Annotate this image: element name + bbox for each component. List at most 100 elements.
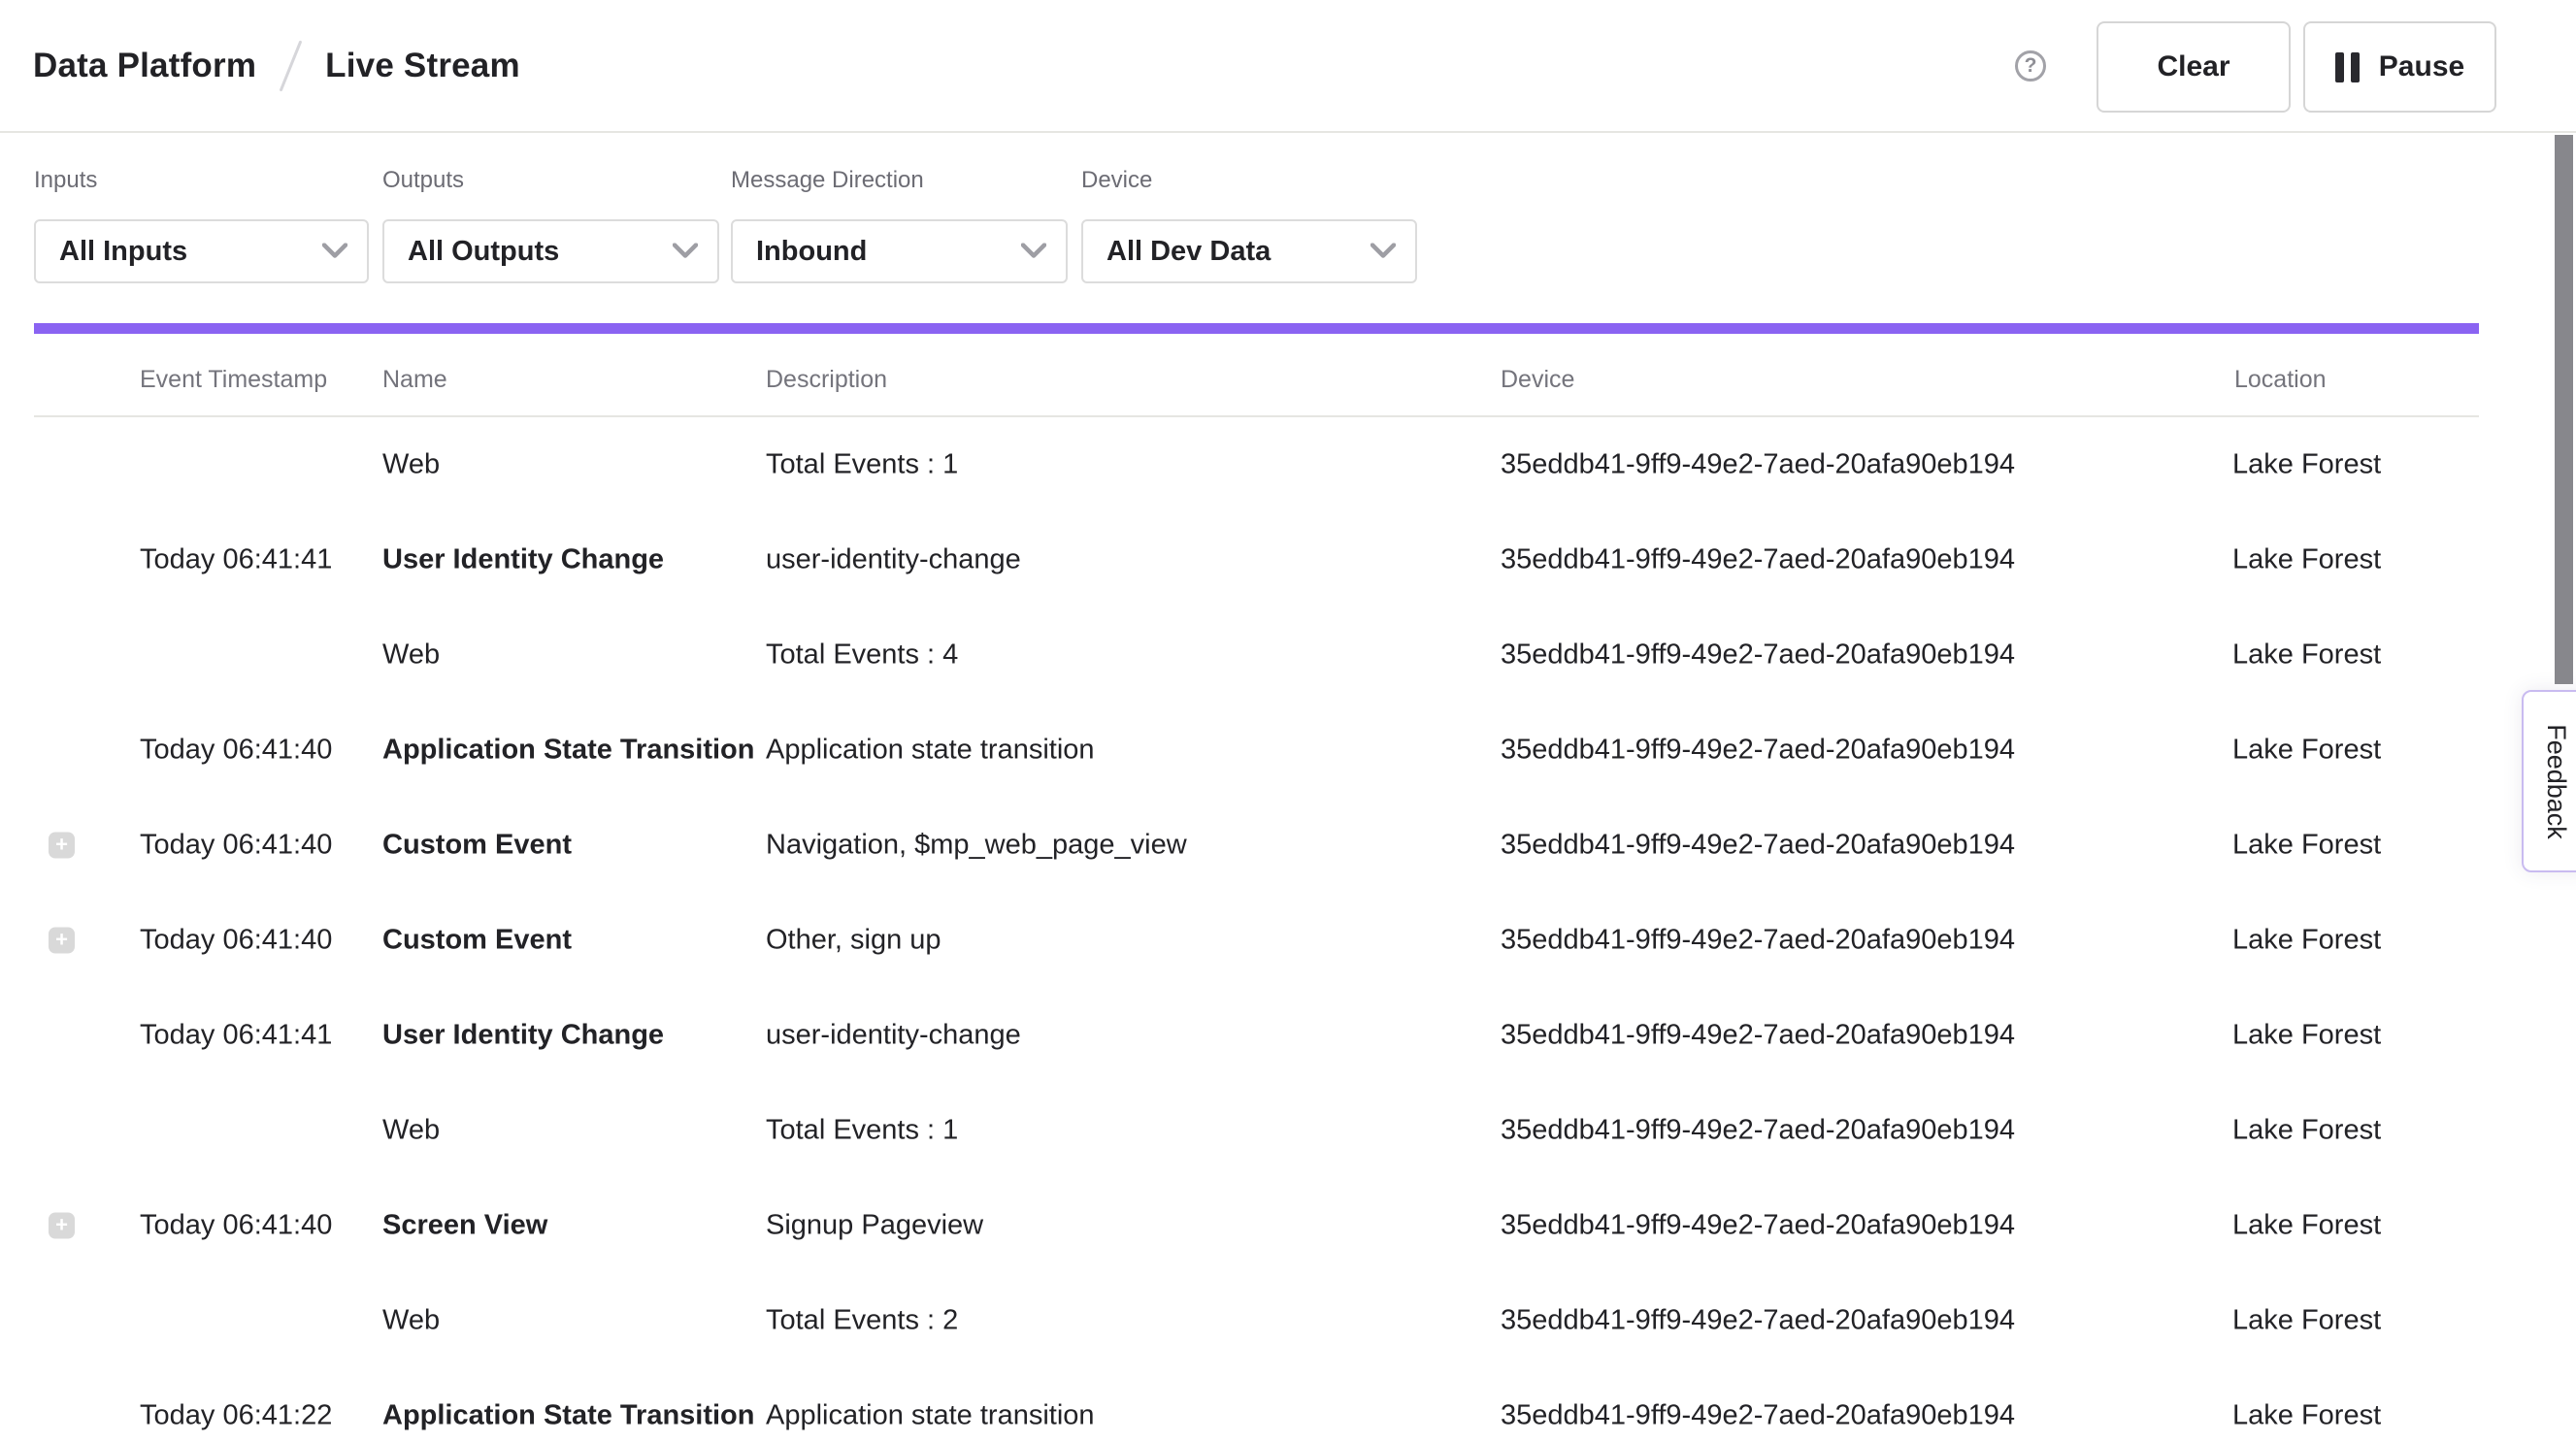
- name-cell: Web: [382, 639, 440, 672]
- app-header: Data Platform Live Stream ? Clear Pause: [0, 0, 2576, 133]
- chevron-down-icon: [322, 244, 347, 260]
- description-cell: user-identity-change: [766, 544, 1021, 576]
- pause-button-label: Pause: [2379, 50, 2464, 83]
- table-row: +Today 06:41:40Custom EventNavigation, $…: [0, 798, 2576, 893]
- table-row: + Today 06:41:40 Custom Event Other, sign u…: [0, 893, 2576, 988]
- filter-group-device: Device All Dev Data: [1081, 167, 1417, 283]
- page-title: Live Stream: [325, 47, 520, 85]
- device-cell: 35eddb41-9ff9-49e2-7aed-20afa90eb194: [1501, 639, 2015, 672]
- name-cell: User Identity Change: [382, 544, 664, 576]
- device-cell: 35eddb41-9ff9-49e2-7aed-20afa90eb194: [1501, 1115, 2015, 1147]
- table-body: Web Total Events : 1 35eddb41-9ff9-49e2-7a…: [0, 417, 2576, 1442]
- location-cell: Lake Forest: [2232, 449, 2381, 481]
- location-cell: Lake Forest: [2232, 735, 2381, 767]
- description-cell: user-identity-change: [766, 1020, 1021, 1052]
- filter-label: Inputs: [34, 167, 369, 194]
- table-row: Today 06:41:41User Identity Changeuser-i…: [0, 988, 2576, 1083]
- device-cell: 35eddb41-9ff9-49e2-7aed-20afa90eb194: [1501, 449, 2015, 481]
- column-header-description: Description: [766, 366, 887, 394]
- pause-button[interactable]: Pause: [2303, 21, 2496, 113]
- location-cell: Lake Forest: [2232, 1400, 2381, 1432]
- chevron-down-icon: [1021, 244, 1046, 260]
- description-cell: Total Events : 1: [766, 449, 958, 481]
- feedback-tab-label: Feedback: [2541, 724, 2571, 839]
- outputs-select[interactable]: All Outputs: [382, 219, 719, 283]
- message-direction-select[interactable]: Inbound: [731, 219, 1068, 283]
- timestamp-cell: Today 06:41:41: [140, 1020, 332, 1052]
- expand-row-button[interactable]: +: [49, 928, 75, 954]
- device-cell: 35eddb41-9ff9-49e2-7aed-20afa90eb194: [1501, 1210, 2015, 1242]
- description-cell: Total Events : 4: [766, 639, 958, 672]
- message-direction-select-value: Inbound: [756, 236, 867, 268]
- description-cell: Navigation, $mp_web_page_view: [766, 830, 1187, 862]
- inputs-select-value: All Inputs: [59, 236, 187, 268]
- description-cell: Total Events : 2: [766, 1305, 958, 1337]
- feedback-tab[interactable]: Feedback: [2522, 690, 2576, 872]
- timestamp-cell: Today 06:41:40: [140, 735, 332, 767]
- question-mark-icon: ?: [2025, 54, 2037, 78]
- description-cell: Application state transition: [766, 1400, 1095, 1432]
- description-cell: Application state transition: [766, 735, 1095, 767]
- plus-icon: +: [55, 929, 68, 950]
- table-row: Today 06:41:41 User Identity Change user-i…: [0, 512, 2576, 607]
- name-cell: Screen View: [382, 1210, 547, 1242]
- location-cell: Lake Forest: [2232, 925, 2381, 957]
- device-cell: 35eddb41-9ff9-49e2-7aed-20afa90eb194: [1501, 544, 2015, 576]
- filter-group-outputs: Outputs All Outputs: [382, 167, 719, 283]
- inputs-select[interactable]: All Inputs: [34, 219, 369, 283]
- scrollbar-thumb[interactable]: [2555, 135, 2573, 684]
- clear-button[interactable]: Clear: [2097, 21, 2291, 113]
- table-row: WebTotal Events : 135eddb41-9ff9-49e2-7a…: [0, 1083, 2576, 1178]
- name-cell: Custom Event: [382, 925, 572, 957]
- name-cell: Application State Transition: [382, 735, 755, 767]
- location-cell: Lake Forest: [2232, 544, 2381, 576]
- table-row: + Today 06:41:40 Screen View Signup Pagevie…: [0, 1178, 2576, 1273]
- help-button[interactable]: ?: [2015, 50, 2046, 82]
- name-cell: Web: [382, 1305, 440, 1337]
- table-row: Today 06:41:22Application State Transiti…: [0, 1368, 2576, 1442]
- table-row: Web Total Events : 2 35eddb41-9ff9-49e2-7a…: [0, 1273, 2576, 1368]
- location-cell: Lake Forest: [2232, 1020, 2381, 1052]
- device-cell: 35eddb41-9ff9-49e2-7aed-20afa90eb194: [1501, 925, 2015, 957]
- filter-label: Device: [1081, 167, 1417, 194]
- clear-button-label: Clear: [2157, 50, 2229, 83]
- chevron-down-icon: [1371, 244, 1396, 260]
- device-cell: 35eddb41-9ff9-49e2-7aed-20afa90eb194: [1501, 1020, 2015, 1052]
- name-cell: Web: [382, 449, 440, 481]
- expand-row-button[interactable]: +: [49, 833, 75, 859]
- accent-bar: [34, 323, 2479, 334]
- location-cell: Lake Forest: [2232, 1210, 2381, 1242]
- plus-icon: +: [55, 834, 68, 855]
- filter-group-inputs: Inputs All Inputs: [34, 167, 369, 283]
- timestamp-cell: Today 06:41:40: [140, 925, 332, 957]
- table-row: Today 06:41:40 Application State Transiti…: [0, 703, 2576, 798]
- location-cell: Lake Forest: [2232, 639, 2381, 672]
- device-select[interactable]: All Dev Data: [1081, 219, 1417, 283]
- timestamp-cell: Today 06:41:40: [140, 1210, 332, 1242]
- device-cell: 35eddb41-9ff9-49e2-7aed-20afa90eb194: [1501, 1400, 2015, 1432]
- table-row: Web Total Events : 4 35eddb41-9ff9-49e2-7a…: [0, 607, 2576, 703]
- timestamp-cell: Today 06:41:41: [140, 544, 332, 576]
- column-header-location: Location: [2234, 366, 2327, 394]
- name-cell: Custom Event: [382, 830, 572, 862]
- filter-label: Outputs: [382, 167, 719, 194]
- table-row: Web Total Events : 1 35eddb41-9ff9-49e2-7a…: [0, 417, 2576, 512]
- breadcrumb-section[interactable]: Data Platform: [33, 47, 256, 85]
- column-header-name: Name: [382, 366, 447, 394]
- outputs-select-value: All Outputs: [408, 236, 559, 268]
- name-cell: Web: [382, 1115, 440, 1147]
- live-stream-page: Data Platform Live Stream ? Clear Pause …: [0, 0, 2576, 1442]
- device-cell: 35eddb41-9ff9-49e2-7aed-20afa90eb194: [1501, 830, 2015, 862]
- description-cell: Signup Pageview: [766, 1210, 983, 1242]
- column-header-device: Device: [1501, 366, 1574, 394]
- pause-icon: [2335, 52, 2360, 82]
- device-cell: 35eddb41-9ff9-49e2-7aed-20afa90eb194: [1501, 735, 2015, 767]
- description-cell: Other, sign up: [766, 925, 941, 957]
- device-cell: 35eddb41-9ff9-49e2-7aed-20afa90eb194: [1501, 1305, 2015, 1337]
- breadcrumb: Data Platform Live Stream: [33, 0, 520, 131]
- location-cell: Lake Forest: [2232, 830, 2381, 862]
- timestamp-cell: Today 06:41:22: [140, 1400, 332, 1432]
- location-cell: Lake Forest: [2232, 1305, 2381, 1337]
- filter-group-message-direction: Message Direction Inbound: [731, 167, 1068, 283]
- expand-row-button[interactable]: +: [49, 1213, 75, 1239]
